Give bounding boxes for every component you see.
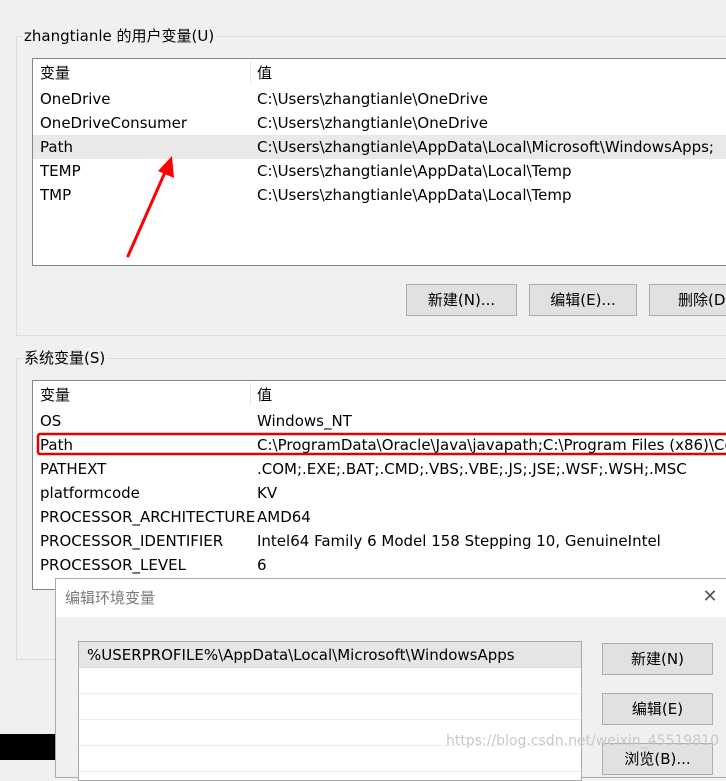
path-entry-text: %USERPROFILE%\AppData\Local\Microsoft\Wi…: [87, 646, 515, 664]
dialog-title: 编辑环境变量: [65, 589, 156, 607]
path-entry-empty-row[interactable]: [79, 694, 581, 720]
path-entry-empty-row[interactable]: [79, 668, 581, 694]
dialog-edit-button[interactable]: 编辑(E): [602, 693, 713, 725]
background-window-edge: [0, 734, 55, 760]
path-entry-row[interactable]: %USERPROFILE%\AppData\Local\Microsoft\Wi…: [79, 642, 581, 668]
dialog-titlebar[interactable]: 编辑环境变量 ✕: [56, 579, 726, 617]
path-highlight-annotation: [36, 432, 726, 456]
watermark: https://blog.csdn.net/weixin_45519810: [446, 733, 720, 749]
dialog-new-button[interactable]: 新建(N): [602, 643, 713, 675]
path-entries-list[interactable]: %USERPROFILE%\AppData\Local\Microsoft\Wi…: [78, 641, 582, 781]
red-arrow-annotation: [126, 156, 174, 258]
close-icon[interactable]: ✕: [702, 588, 718, 606]
